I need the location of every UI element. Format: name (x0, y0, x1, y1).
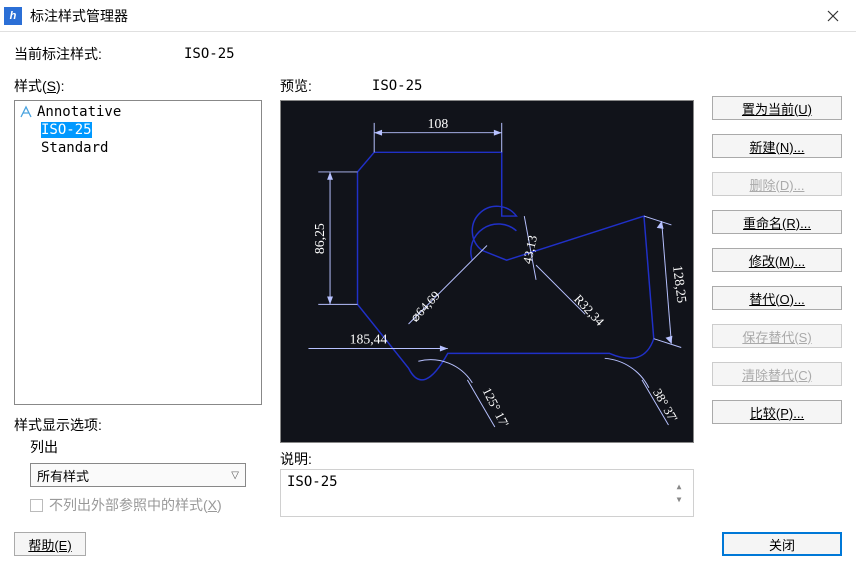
hide-xref-checkbox-row[interactable]: 不列出外部参照中的样式(X) (30, 495, 262, 515)
preview-label: 预览: (280, 76, 312, 96)
filter-dropdown-value: 所有样式 (37, 466, 89, 485)
svg-text:38° 37': 38° 37' (650, 386, 680, 424)
display-options-subtitle: 列出 (30, 437, 262, 457)
preview-style-name: ISO-25 (372, 78, 423, 94)
filter-dropdown[interactable]: 所有样式 ▽ (30, 463, 246, 487)
style-item-label: ISO-25 (41, 122, 92, 138)
svg-text:43,13: 43,13 (520, 234, 540, 265)
close-icon (827, 10, 839, 22)
titlebar: h 标注样式管理器 (0, 0, 856, 32)
annotative-icon (19, 105, 33, 119)
preview-canvas: 108 86,25 128,25 (280, 100, 694, 443)
svg-text:⌀64,69: ⌀64,69 (408, 288, 443, 324)
clear-override-button[interactable]: 清除替代(C) (712, 362, 842, 386)
override-button[interactable]: 替代(O)... (712, 286, 842, 310)
app-icon: h (4, 7, 22, 25)
help-button[interactable]: 帮助(E) (14, 532, 86, 556)
svg-text:125° 17': 125° 17' (480, 385, 512, 429)
current-style-value: ISO-25 (184, 46, 235, 62)
window-title: 标注样式管理器 (30, 6, 810, 26)
svg-text:108: 108 (428, 116, 449, 131)
display-options-title: 样式显示选项: (14, 415, 262, 435)
style-item-iso25[interactable]: ISO-25 (15, 121, 261, 139)
style-item-label: Annotative (37, 104, 121, 120)
compare-button[interactable]: 比较(P)... (712, 400, 842, 424)
svg-text:185,44: 185,44 (350, 332, 388, 347)
svg-text:R32,34: R32,34 (571, 292, 607, 329)
rename-button[interactable]: 重命名(R)... (712, 210, 842, 234)
description-text: ISO-25 (287, 474, 671, 512)
svg-text:86,25: 86,25 (312, 223, 327, 254)
close-button[interactable]: 关闭 (722, 532, 842, 556)
description-label: 说明: (280, 449, 694, 469)
chevron-down-icon: ▽ (231, 470, 239, 481)
new-button[interactable]: 新建(N)... (712, 134, 842, 158)
description-box: ISO-25 ▲ ▼ (280, 469, 694, 517)
delete-button[interactable]: 删除(D)... (712, 172, 842, 196)
styles-listbox[interactable]: Annotative ISO-25 Standard (14, 100, 262, 405)
svg-text:128,25: 128,25 (670, 265, 690, 304)
save-override-button[interactable]: 保存替代(S) (712, 324, 842, 348)
set-current-button[interactable]: 置为当前(U) (712, 96, 842, 120)
scroll-up-icon[interactable]: ▲ (677, 482, 682, 491)
current-style-label: 当前标注样式: (14, 44, 184, 64)
checkbox-icon (30, 499, 43, 512)
styles-label: 样式(S): (14, 76, 262, 96)
style-item-standard[interactable]: Standard (15, 139, 261, 157)
scroll-down-icon[interactable]: ▼ (677, 495, 682, 504)
hide-xref-checkbox-label: 不列出外部参照中的样式(X) (49, 495, 222, 515)
style-item-label: Standard (41, 140, 108, 156)
style-item-annotative[interactable]: Annotative (15, 103, 261, 121)
current-style-row: 当前标注样式: ISO-25 (14, 44, 842, 64)
window-close-button[interactable] (810, 0, 856, 32)
modify-button[interactable]: 修改(M)... (712, 248, 842, 272)
